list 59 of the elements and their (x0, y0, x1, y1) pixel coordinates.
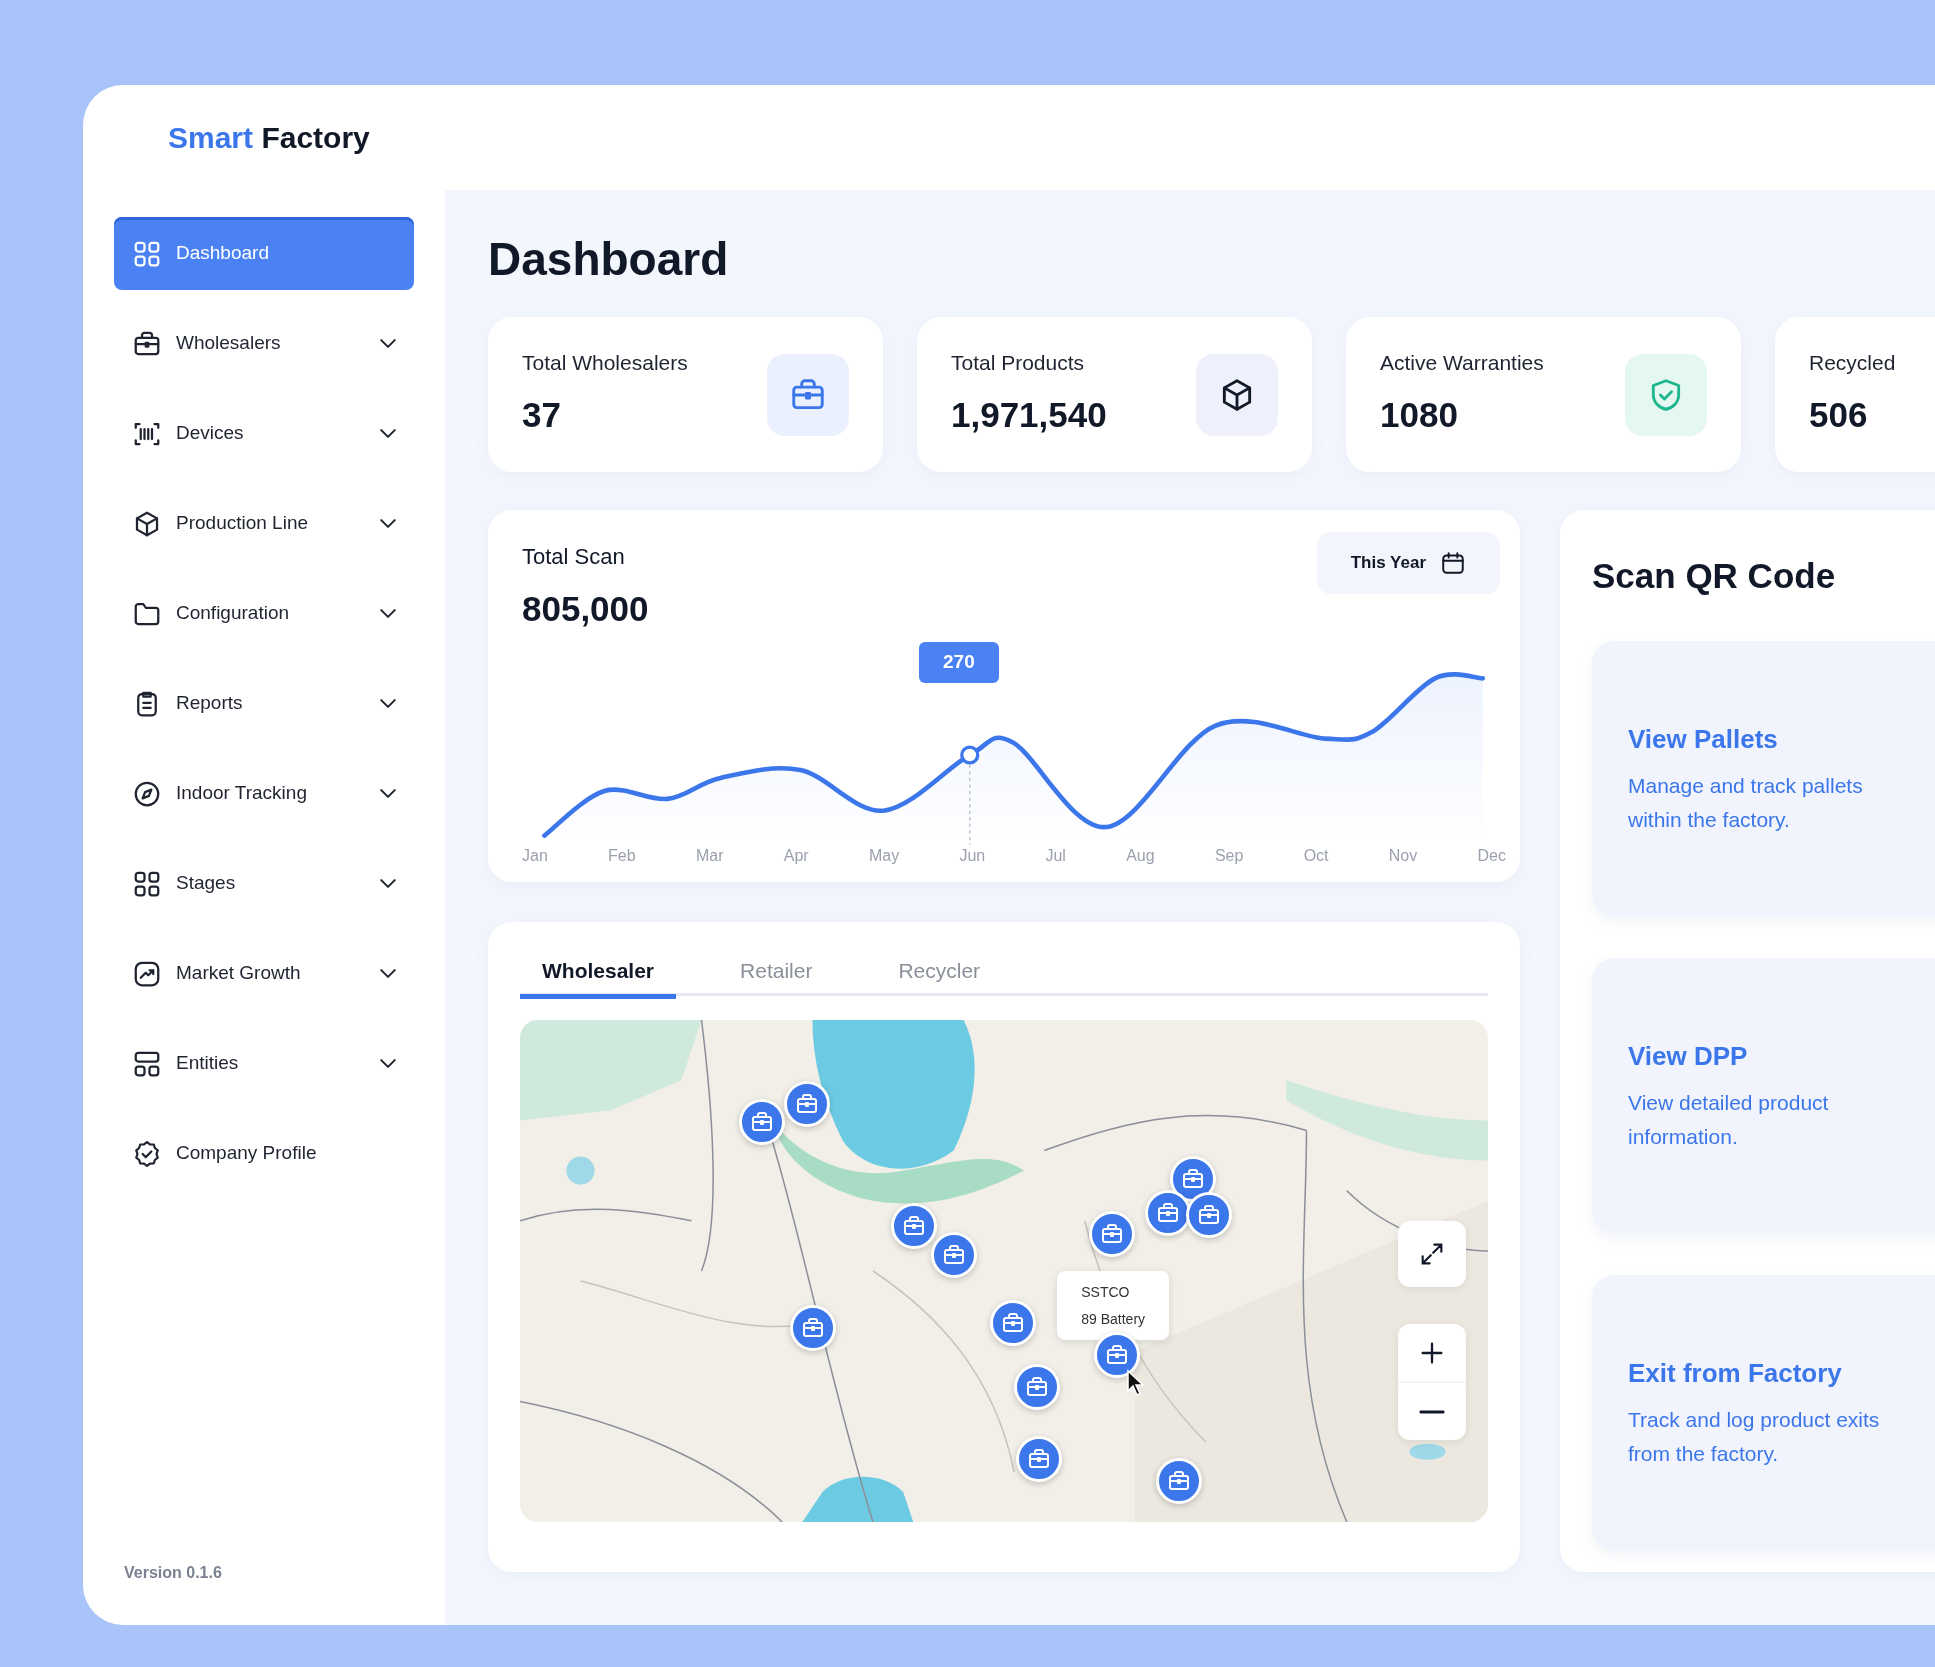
action-description: Manage and track pallets within the factory. (1628, 773, 1864, 833)
app-logo: Smart Factory (168, 120, 370, 156)
month-label: Jun (959, 846, 986, 867)
month-label: May (868, 846, 900, 867)
month-label: Feb (608, 846, 636, 867)
stat-label: Recycled (1809, 350, 1896, 377)
month-label: Oct (1303, 846, 1329, 867)
period-button[interactable]: This Year (1316, 532, 1500, 595)
stat-value: 37 (522, 393, 562, 436)
section-title: Scan QR Code (1592, 555, 1837, 598)
month-label: Dec (1477, 846, 1506, 867)
stat-value: 1080 (1380, 393, 1459, 436)
stat-label: Active Warranties (1380, 350, 1544, 377)
map-tab[interactable]: Wholesaler (520, 947, 677, 1000)
chart-total: 805,000 (522, 588, 649, 631)
sidebar-item[interactable]: Configuration (114, 577, 414, 650)
month-label: Sep (1214, 846, 1244, 867)
expand-button[interactable] (1398, 1221, 1466, 1287)
sidebar-item[interactable]: Production Line (114, 487, 414, 560)
action-title: View DPP (1628, 1040, 1749, 1074)
sidebar-item[interactable]: Entities (114, 1027, 414, 1100)
popup-name: SSTCO (1081, 1283, 1131, 1303)
stat-value: 1,971,540 (951, 393, 1107, 436)
cursor-icon (1125, 1369, 1146, 1398)
month-label: Jan (522, 846, 548, 867)
popup-detail: 89 Battery (1081, 1309, 1146, 1329)
zoom-in-button[interactable] (1398, 1323, 1466, 1382)
stat-value: 506 (1809, 393, 1869, 436)
sidebar-item[interactable]: Indoor Tracking (114, 757, 414, 830)
month-label: Nov (1388, 846, 1418, 867)
month-label: Apr (783, 846, 809, 867)
action-card[interactable]: View Pallets Manage and track pallets within the factory. (1592, 640, 1935, 916)
sidebar-item[interactable]: Wholesalers (114, 307, 414, 380)
action-card[interactable]: Exit from Factory Track and log product exits from the factory. (1592, 1274, 1935, 1550)
zoom-out-button[interactable] (1398, 1382, 1466, 1441)
sidebar-item[interactable]: Market Growth (114, 937, 414, 1010)
minus-icon (1418, 1408, 1446, 1415)
sidebar-item[interactable]: Stages (114, 847, 414, 920)
chart-title: Total Scan (522, 543, 625, 572)
sidebar-item[interactable]: Company Profile (114, 1117, 414, 1190)
action-title: View Pallets (1628, 723, 1779, 757)
month-label: Jul (1045, 846, 1066, 867)
action-title: Exit from Factory (1628, 1357, 1843, 1391)
month-label: Aug (1126, 846, 1155, 867)
sidebar-item[interactable]: Dashboard (114, 217, 414, 290)
page-title: Dashboard (488, 232, 730, 287)
sidebar-item[interactable]: Devices (114, 397, 414, 470)
calendar-icon (1440, 550, 1466, 577)
badge-check-icon (132, 1138, 162, 1169)
version-label: Version 0.1.6 (123, 1563, 223, 1583)
stat-label: Total Wholesalers (522, 350, 688, 377)
stat-label: Total Products (951, 350, 1086, 377)
action-card[interactable]: View DPP View detailed product information. (1592, 957, 1935, 1233)
action-description: Track and log product exits from the factory. (1628, 1407, 1881, 1467)
sidebar-item[interactable]: Reports (114, 667, 414, 740)
point-marker (960, 745, 980, 765)
month-label: Mar (695, 846, 724, 867)
value-tooltip: 270 (919, 642, 999, 683)
action-description: View detailed product information. (1628, 1090, 1830, 1150)
